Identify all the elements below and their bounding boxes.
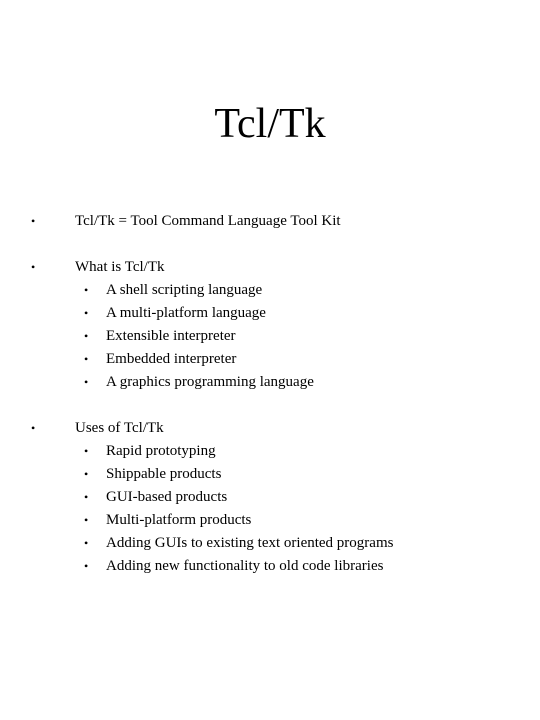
bullet-icon: • [84,490,89,504]
sub-bullet-item: • Adding GUIs to existing text oriented … [0,532,540,555]
sub-bullet-text: A graphics programming language [106,374,314,390]
bullet-icon: • [84,444,89,458]
bullet-text: Tcl/Tk = Tool Command Language Tool Kit [75,213,341,229]
sub-bullet-text: A multi-platform language [106,305,266,321]
sub-bullet-text: Adding new functionality to old code lib… [106,558,384,574]
bullet-item: • Uses of Tcl/Tk [0,417,540,440]
bullet-icon: • [31,260,36,274]
sub-bullet-item: • A shell scripting language [0,279,540,302]
sub-bullet-item: • Adding new functionality to old code l… [0,555,540,578]
sub-bullet-text: Shippable products [106,466,222,482]
bullet-text: What is Tcl/Tk [75,259,165,275]
bullet-item: • Tcl/Tk = Tool Command Language Tool Ki… [0,210,540,233]
sub-bullet-text: Multi-platform products [106,512,252,528]
sub-bullet-item: • A graphics programming language [0,371,540,394]
sub-bullet-item: • Embedded interpreter [0,348,540,371]
sub-bullet-item: • Rapid prototyping [0,440,540,463]
bullet-icon: • [84,375,89,389]
slide-title: Tcl/Tk [214,101,326,147]
sub-bullet-text: Embedded interpreter [106,351,237,367]
bullet-icon: • [84,306,89,320]
section-definition: • Tcl/Tk = Tool Command Language Tool Ki… [0,210,540,233]
bullet-icon: • [84,559,89,573]
bullet-icon: • [84,467,89,481]
bullet-icon: • [84,536,89,550]
sub-bullet-item: • Shippable products [0,463,540,486]
section-what-is: • What is Tcl/Tk • A shell scripting lan… [0,256,540,394]
sub-bullet-item: • A multi-platform language [0,302,540,325]
bullet-icon: • [31,214,36,228]
sub-bullet-text: A shell scripting language [106,282,263,298]
bullet-icon: • [84,513,89,527]
sub-bullet-item: • Multi-platform products [0,509,540,532]
sub-bullet-text: GUI-based products [106,489,228,505]
sub-bullet-item: • Extensible interpreter [0,325,540,348]
bullet-text: Uses of Tcl/Tk [75,420,164,436]
section-uses: • Uses of Tcl/Tk • Rapid prototyping • S… [0,417,540,578]
bullet-item: • What is Tcl/Tk [0,256,540,279]
sub-bullet-text: Rapid prototyping [106,443,216,459]
sub-bullet-item: • GUI-based products [0,486,540,509]
sub-bullet-text: Adding GUIs to existing text oriented pr… [106,535,394,551]
bullet-icon: • [84,329,89,343]
bullet-icon: • [31,421,36,435]
bullet-icon: • [84,352,89,366]
bullet-icon: • [84,283,89,297]
sub-bullet-text: Extensible interpreter [106,328,236,344]
